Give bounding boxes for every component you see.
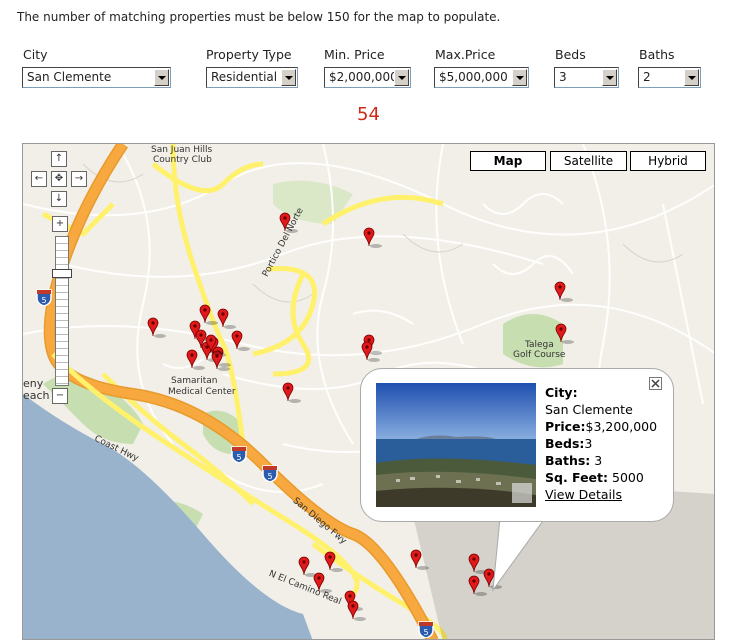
map-marker-icon[interactable] [468,575,488,597]
zoom-slider-handle[interactable] [52,269,72,278]
map-marker-icon[interactable] [231,330,251,352]
property-photo[interactable] [376,383,536,507]
map-marker-icon[interactable] [147,317,167,339]
match-count: 54 [357,104,380,125]
map-marker-icon[interactable] [410,549,430,571]
baths-select[interactable]: 2 [638,67,701,88]
property-type-select[interactable]: Residential [206,67,298,88]
popup-city-value: San Clemente [545,402,633,417]
zoom-in-button[interactable]: + [52,216,68,232]
map-marker-icon[interactable] [554,281,574,303]
chevron-down-icon [154,69,169,86]
interstate-shield-icon: 5 [418,621,434,638]
property-type-value: Residential [211,70,278,84]
baths-label: Baths [639,47,675,62]
popup-beds-value: 3 [584,436,593,451]
max-price-label: Max.Price [435,47,496,62]
view-details-link[interactable]: View Details [545,487,622,502]
chevron-down-icon [512,69,527,86]
popup-baths-value: 3 [590,453,603,468]
interstate-shield-icon: 5 [231,446,247,463]
chevron-down-icon [684,69,699,86]
svg-text:5: 5 [267,472,272,481]
max-price-value: $5,000,000 [439,70,508,84]
chevron-down-icon [281,69,296,86]
pan-up-button[interactable]: ↑ [51,151,67,167]
map-label-talega-2: Golf Course [513,350,566,360]
map-marker-icon[interactable] [279,212,299,234]
baths-value: 2 [643,70,651,84]
map-marker-icon[interactable] [217,308,237,330]
svg-text:5: 5 [41,296,46,305]
pan-down-button[interactable]: ↓ [51,191,67,207]
map-marker-icon[interactable] [186,349,206,371]
property-details: City: San Clemente Price:$3,200,000 Beds… [545,384,657,503]
map-marker-icon[interactable] [324,551,344,573]
svg-text:5: 5 [423,628,428,637]
map-marker-icon[interactable] [555,323,575,345]
chevron-down-icon [602,69,617,86]
max-price-select[interactable]: $5,000,000 [434,67,529,88]
map-label-medical: Medical Center [168,387,236,397]
pan-left-button[interactable]: ← [31,171,47,187]
map-type-hybrid-button[interactable]: Hybrid [630,151,706,171]
beds-select[interactable]: 3 [554,67,619,88]
popup-baths-label: Baths: [545,453,591,468]
property-type-label: Property Type [206,47,292,62]
map-label-samaritan: Samaritan [171,376,218,386]
min-price-select[interactable]: $2,000,000 [324,67,411,88]
map-marker-icon[interactable] [347,600,367,622]
map-marker-icon[interactable] [205,334,225,356]
zoom-slider-track[interactable] [55,236,69,386]
map-label-talega: Talega [525,340,554,350]
svg-text:5: 5 [236,453,241,462]
popup-price-label: Price: [545,419,586,434]
min-price-value: $2,000,000 [329,70,398,84]
popup-pointer [492,518,546,592]
popup-city-label: City: [545,385,578,400]
map-marker-icon[interactable] [363,227,383,249]
min-price-label: Min. Price [324,47,385,62]
interstate-shield-icon: 5 [36,289,52,306]
map-notice: The number of matching properties must b… [17,10,501,24]
popup-beds-label: Beds: [545,436,585,451]
map-label-country-club-2: Country Club [153,155,212,165]
map-marker-icon[interactable] [282,382,302,404]
beds-label: Beds [555,47,586,62]
beds-value: 3 [559,70,567,84]
map-type-map-button[interactable]: Map [470,151,546,171]
map-marker-icon[interactable] [361,341,381,363]
reset-center-button[interactable]: ✥ [51,171,67,187]
city-select-value: San Clemente [27,70,112,84]
pan-right-button[interactable]: → [71,171,87,187]
popup-sqft-label: Sq. Feet: [545,470,609,485]
zoom-out-button[interactable]: − [52,388,68,404]
map-label-beach-2: each [23,389,50,402]
interstate-shield-icon: 5 [262,465,278,482]
map-label-country-club: San Juan Hills [151,145,213,155]
map-marker-icon[interactable] [313,572,333,594]
popup-price-value: $3,200,000 [585,419,658,434]
city-select[interactable]: San Clemente [22,67,171,88]
city-label: City [23,47,48,62]
popup-sqft-value: 5000 [608,470,644,485]
chevron-down-icon [394,69,409,86]
map-type-satellite-button[interactable]: Satellite [550,151,627,171]
